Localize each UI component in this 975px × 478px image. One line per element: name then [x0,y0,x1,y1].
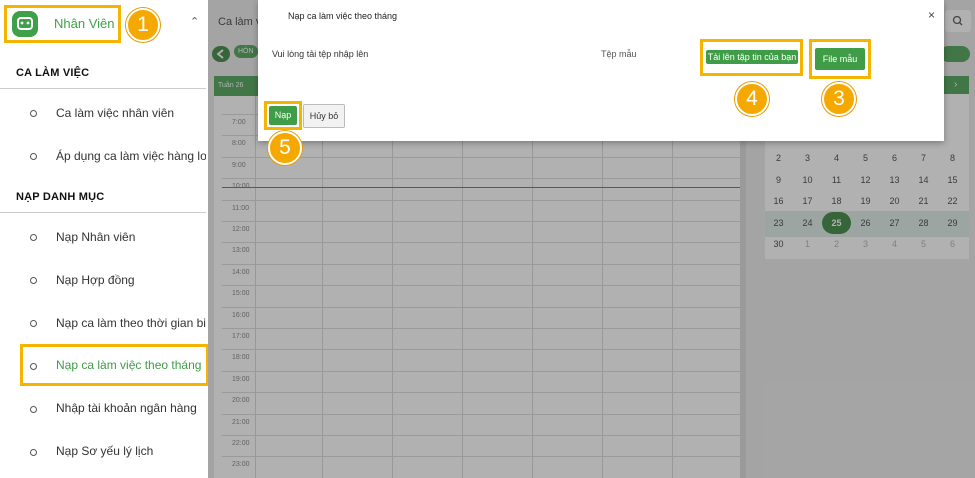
step-badge-3: 3 [822,82,856,116]
sidebar-item-import-schedule[interactable]: Nạp ca làm theo thời gian biểu [56,316,206,330]
section-title-shifts: CA LÀM VIỆC [16,67,90,79]
sidebar-item-employee-shifts[interactable]: Ca làm việc nhân viên [56,106,196,120]
bullet-icon [30,449,37,456]
step-badge-1: 1 [126,8,160,42]
section-title-import: NẠP DANH MỤC [16,191,105,203]
bullet-icon [30,363,37,370]
bullet-icon [30,320,37,327]
upload-prompt: Vui lòng tải tệp nhập lên [272,49,369,59]
bullet-icon [30,406,37,413]
close-icon[interactable]: × [928,8,935,22]
bullet-icon [30,153,37,160]
chevron-up-icon[interactable]: ⌃ [190,15,199,28]
divider [0,88,206,89]
bullet-icon [30,234,37,241]
upload-file-button[interactable]: Tải lên tập tin của bạn [706,50,798,64]
download-sample-button[interactable]: File mẫu [815,48,865,70]
sample-file-label: Tệp mẫu [601,49,637,59]
bullet-icon [30,277,37,284]
submit-button[interactable]: Nạp [269,106,297,125]
modal-title: Nạp ca làm việc theo tháng [288,11,398,21]
module-name[interactable]: Nhân Viên [54,16,114,31]
step-badge-5: 5 [268,131,302,165]
bullet-icon [30,110,37,117]
app-logo-icon [12,11,38,37]
sidebar-item-bank-accounts[interactable]: Nhập tài khoản ngân hàng [56,401,201,415]
sidebar-item-import-contracts[interactable]: Nạp Hợp đồng [56,273,196,287]
step-badge-4: 4 [735,82,769,116]
cancel-button[interactable]: Hủy bỏ [303,104,345,128]
sidebar-item-import-monthly-shifts[interactable]: Nạp ca làm việc theo tháng [56,358,201,372]
sidebar-item-import-employees[interactable]: Nạp Nhân viên [56,230,196,244]
divider [0,212,206,213]
sidebar-item-bulk-shifts[interactable]: Áp dụng ca làm việc hàng loạt [56,149,206,163]
sidebar-item-resume[interactable]: Nạp Sơ yếu lý lịch [56,444,201,458]
